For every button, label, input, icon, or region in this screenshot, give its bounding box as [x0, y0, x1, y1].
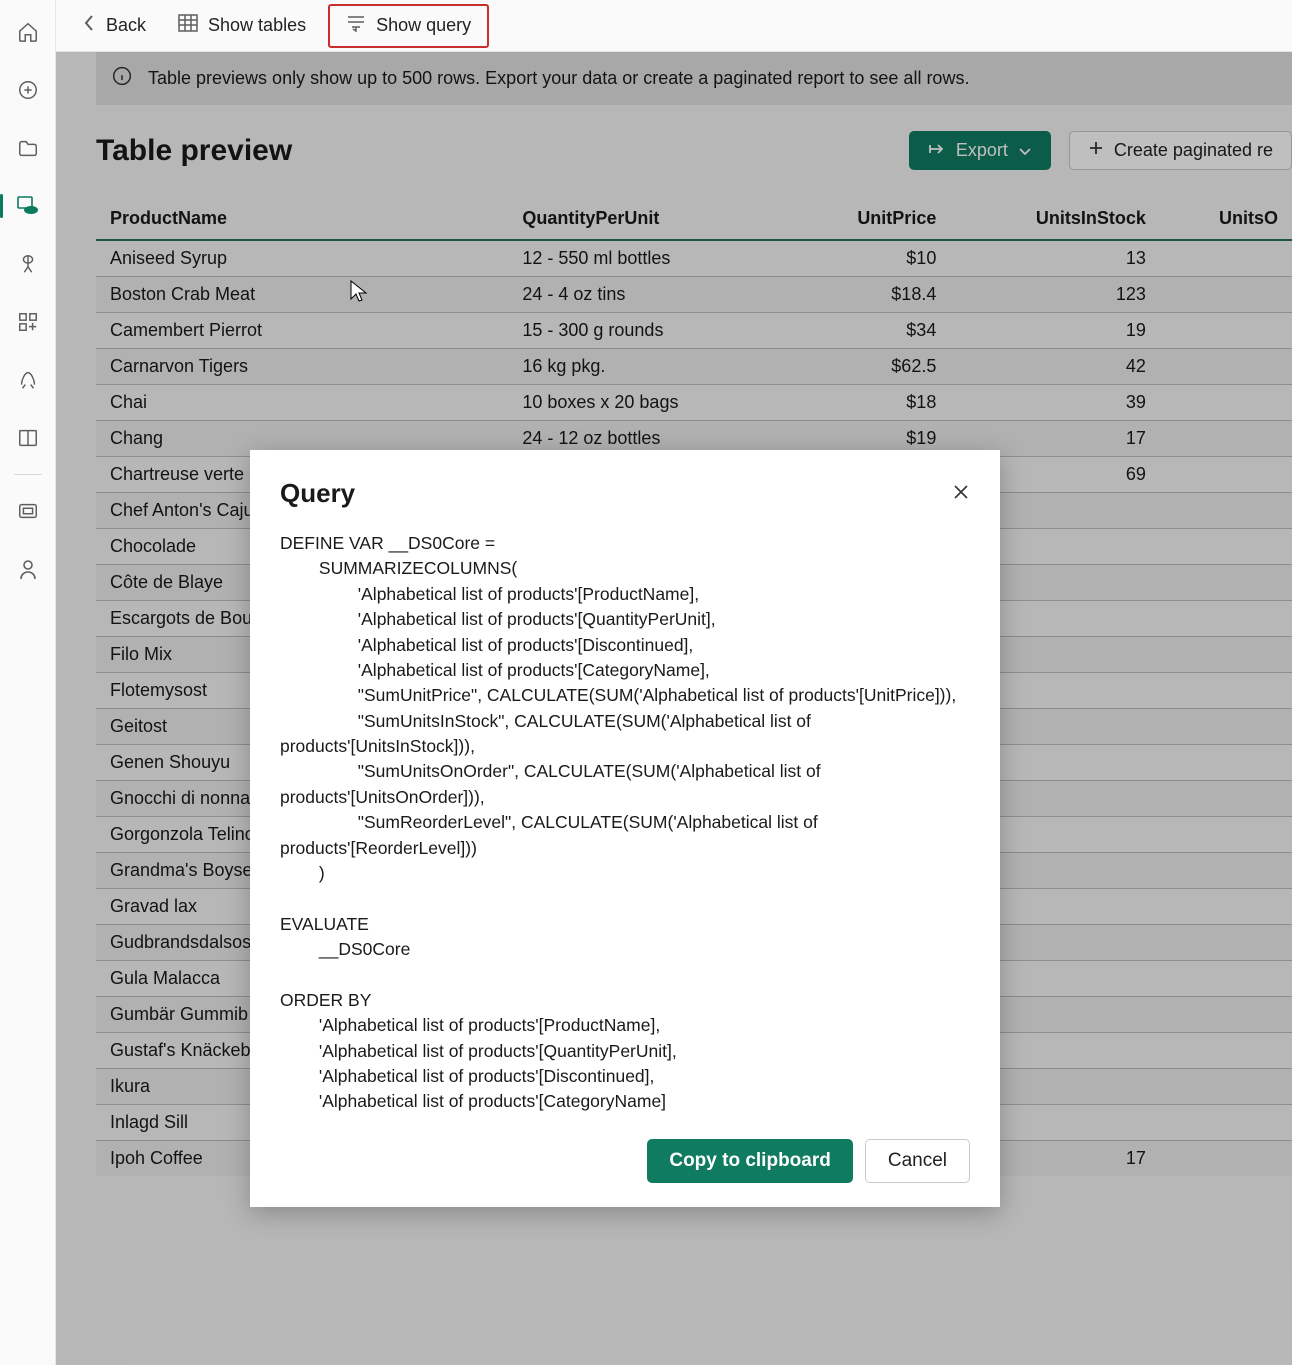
browse-icon[interactable] — [14, 134, 42, 162]
chevron-left-icon — [82, 14, 96, 37]
deploy-icon[interactable] — [14, 366, 42, 394]
workspaces-icon[interactable] — [14, 497, 42, 525]
show-query-button[interactable]: Show query — [328, 4, 489, 48]
left-nav-rail — [0, 0, 56, 1365]
apps-icon[interactable] — [14, 308, 42, 336]
onelake-icon[interactable] — [14, 192, 42, 220]
query-body[interactable]: DEFINE VAR __DS0Core = SUMMARIZECOLUMNS(… — [280, 531, 970, 1115]
query-icon — [346, 14, 366, 37]
modal-title: Query — [280, 478, 355, 509]
copy-to-clipboard-button[interactable]: Copy to clipboard — [647, 1139, 853, 1183]
home-icon[interactable] — [14, 18, 42, 46]
show-tables-label: Show tables — [208, 15, 306, 36]
top-toolbar: Back Show tables Show query — [56, 0, 1292, 52]
learn-icon[interactable] — [14, 424, 42, 452]
create-icon[interactable] — [14, 76, 42, 104]
close-button[interactable] — [952, 483, 970, 504]
back-label: Back — [106, 15, 146, 36]
query-modal: Query DEFINE VAR __DS0Core = SUMMARIZECO… — [250, 450, 1000, 1207]
back-button[interactable]: Back — [66, 0, 162, 51]
table-icon — [178, 14, 198, 37]
nav-divider — [14, 474, 42, 475]
show-query-label: Show query — [376, 15, 471, 36]
modal-header: Query — [280, 478, 970, 509]
show-tables-button[interactable]: Show tables — [162, 0, 322, 51]
metrics-icon[interactable] — [14, 250, 42, 278]
modal-actions: Copy to clipboard Cancel — [280, 1139, 970, 1183]
cancel-button[interactable]: Cancel — [865, 1139, 970, 1183]
user-icon[interactable] — [14, 555, 42, 583]
